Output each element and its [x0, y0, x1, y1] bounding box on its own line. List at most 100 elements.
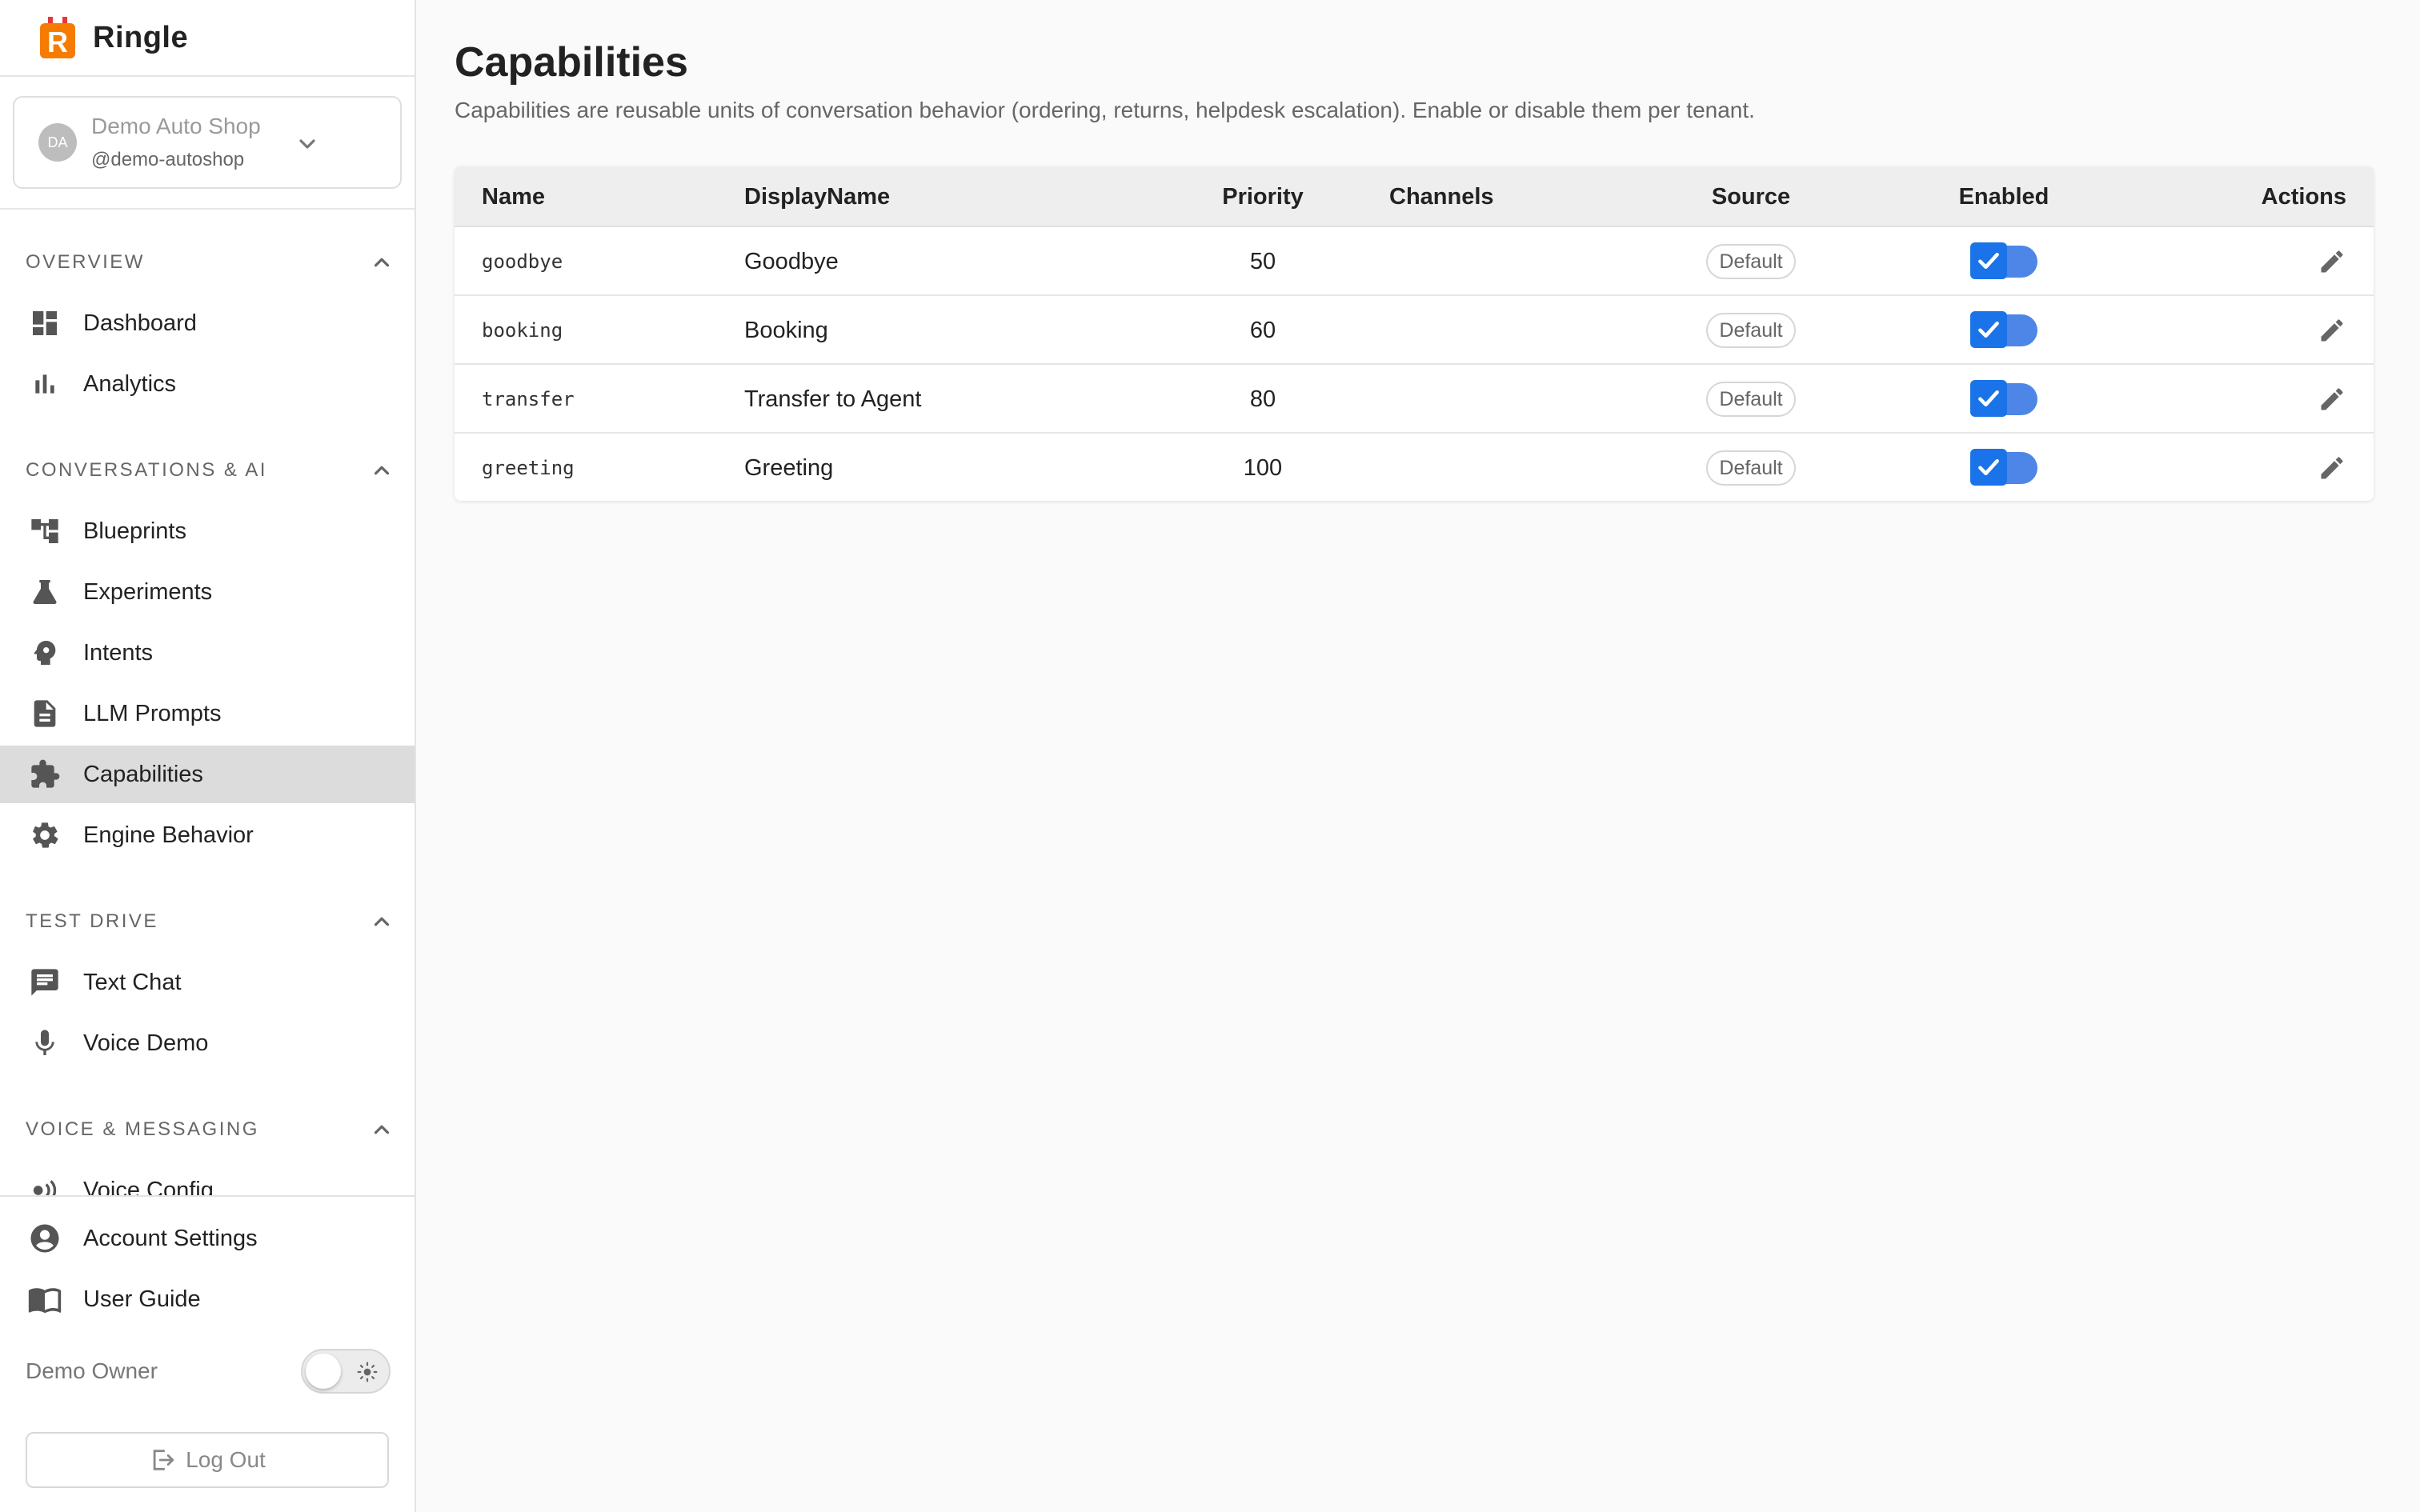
edit-button[interactable]: [2318, 296, 2346, 365]
sidebar-item-analytics[interactable]: Analytics: [0, 355, 415, 413]
chevron-up-icon: [374, 466, 390, 475]
account-circle-icon: [27, 1221, 62, 1256]
theme-toggle[interactable]: [301, 1349, 391, 1394]
cell-name: greeting: [482, 457, 575, 479]
cell-priority: 60: [1249, 317, 1276, 343]
chevron-up-icon: [374, 917, 390, 926]
section-title: CONVERSATIONS & AI: [26, 459, 267, 481]
column-header-displayname[interactable]: DisplayName: [744, 166, 890, 227]
sidebar-item-label: Account Settings: [83, 1225, 258, 1251]
puzzle-icon: [27, 757, 62, 792]
cell-displayname: Goodbye: [744, 248, 839, 274]
sidebar-item-label: Blueprints: [83, 518, 186, 544]
enabled-toggle[interactable]: [1970, 449, 2037, 487]
cell-source: Default: [1655, 296, 1847, 365]
cell-priority: 50: [1249, 248, 1276, 274]
cell-enabled: [1908, 296, 2100, 365]
section-voice-messaging[interactable]: VOICE & MESSAGING: [26, 1114, 394, 1146]
column-header-actions: Actions: [2261, 183, 2346, 210]
edit-button[interactable]: [2318, 365, 2346, 434]
column-header-name[interactable]: Name: [482, 166, 545, 227]
section-conversations-ai[interactable]: CONVERSATIONS & AI: [26, 454, 394, 486]
table-row: greeting Greeting 100 Default: [455, 434, 2374, 501]
cell-source: Default: [1655, 227, 1847, 296]
checkbox-checked-icon: [1970, 242, 2007, 279]
pencil-icon: [2321, 250, 2343, 273]
sidebar-item-llm-prompts[interactable]: LLM Prompts: [0, 685, 415, 742]
brand-name: Ringle: [93, 20, 189, 54]
sidebar-item-account-settings[interactable]: Account Settings: [0, 1210, 415, 1267]
cell-displayname: Greeting: [744, 454, 834, 481]
sidebar-item-voice-config[interactable]: Voice Config: [0, 1162, 415, 1195]
tenant-avatar: DA: [38, 123, 77, 162]
sun-icon: [357, 1362, 378, 1386]
source-chip: Default: [1706, 450, 1796, 486]
chat-icon: [27, 965, 62, 1000]
logout-label: Log Out: [186, 1447, 266, 1472]
cell-priority: 100: [1243, 454, 1283, 481]
bar-chart-icon: [27, 366, 62, 402]
section-title: VOICE & MESSAGING: [26, 1118, 259, 1140]
sidebar-item-label: Experiments: [83, 578, 213, 605]
cell-enabled: [1908, 434, 2100, 501]
logout-icon: [153, 1450, 174, 1470]
sidebar-item-label: Intents: [83, 639, 154, 666]
gear-icon: [27, 818, 62, 853]
enabled-toggle[interactable]: [1970, 311, 2037, 350]
section-overview[interactable]: OVERVIEW: [26, 246, 394, 278]
cell-enabled: [1908, 227, 2100, 296]
source-chip: Default: [1706, 313, 1796, 348]
account-tree-icon: [27, 514, 62, 549]
owner-row: Demo Owner: [26, 1349, 391, 1394]
toggle-knob: [306, 1354, 341, 1389]
sidebar-item-label: Analytics: [83, 370, 177, 397]
svg-text:R: R: [47, 26, 68, 58]
source-chip: Default: [1706, 244, 1796, 279]
pencil-icon: [2321, 388, 2343, 410]
sidebar-item-engine-behavior[interactable]: Engine Behavior: [0, 806, 415, 864]
tenant-handle: @demo-autoshop: [91, 149, 245, 170]
column-header-enabled[interactable]: Enabled: [1908, 166, 2100, 227]
source-chip: Default: [1706, 382, 1796, 417]
brand-header[interactable]: R Ringle: [0, 0, 415, 77]
column-header-channels[interactable]: Channels: [1389, 166, 1494, 227]
table-header: Name DisplayName Priority Channels Sourc…: [455, 166, 2374, 227]
sidebar-item-capabilities[interactable]: Capabilities: [0, 746, 415, 803]
edit-button[interactable]: [2318, 227, 2346, 296]
pencil-icon: [2321, 319, 2343, 342]
sidebar-item-label: Engine Behavior: [83, 822, 254, 848]
sidebar-item-label: Capabilities: [83, 761, 203, 787]
edit-button[interactable]: [2318, 434, 2346, 501]
owner-name: Demo Owner: [26, 1358, 158, 1383]
sidebar-item-user-guide[interactable]: User Guide: [0, 1270, 415, 1328]
cell-displayname: Booking: [744, 317, 828, 343]
chevron-down-icon: [294, 131, 320, 161]
book-icon: [27, 1282, 62, 1317]
psychology-icon: [27, 635, 62, 670]
column-header-priority[interactable]: Priority: [1167, 166, 1359, 227]
sidebar-item-label: User Guide: [83, 1286, 201, 1312]
table-row: booking Booking 60 Default: [455, 296, 2374, 365]
checkbox-checked-icon: [1970, 380, 2007, 417]
sidebar-item-blueprints[interactable]: Blueprints: [0, 502, 415, 560]
enabled-toggle[interactable]: [1970, 242, 2037, 281]
page-subtitle: Capabilities are reusable units of conve…: [455, 98, 1755, 122]
flask-icon: [27, 574, 62, 610]
document-icon: [27, 696, 62, 731]
nav-scroll-area[interactable]: OVERVIEW Dashboard Analytics CONVERSATIO…: [0, 210, 415, 1195]
sidebar-item-intents[interactable]: Intents: [0, 624, 415, 682]
enabled-toggle[interactable]: [1970, 380, 2037, 418]
tenant-switcher[interactable]: DA Demo Auto Shop @demo-autoshop: [13, 96, 402, 189]
column-header-source[interactable]: Source: [1655, 166, 1847, 227]
section-title: TEST DRIVE: [26, 910, 158, 932]
section-test-drive[interactable]: TEST DRIVE: [26, 906, 394, 938]
sidebar-item-label: Dashboard: [83, 310, 197, 336]
speaker-waves-icon: [27, 1173, 62, 1195]
table-row: transfer Transfer to Agent 80 Default: [455, 365, 2374, 434]
logout-button[interactable]: Log Out: [26, 1432, 389, 1488]
sidebar-item-experiments[interactable]: Experiments: [0, 563, 415, 621]
sidebar-item-dashboard[interactable]: Dashboard: [0, 294, 415, 352]
sidebar-item-text-chat[interactable]: Text Chat: [0, 954, 415, 1011]
sidebar-item-voice-demo[interactable]: Voice Demo: [0, 1014, 415, 1072]
chevron-up-icon: [374, 258, 390, 267]
